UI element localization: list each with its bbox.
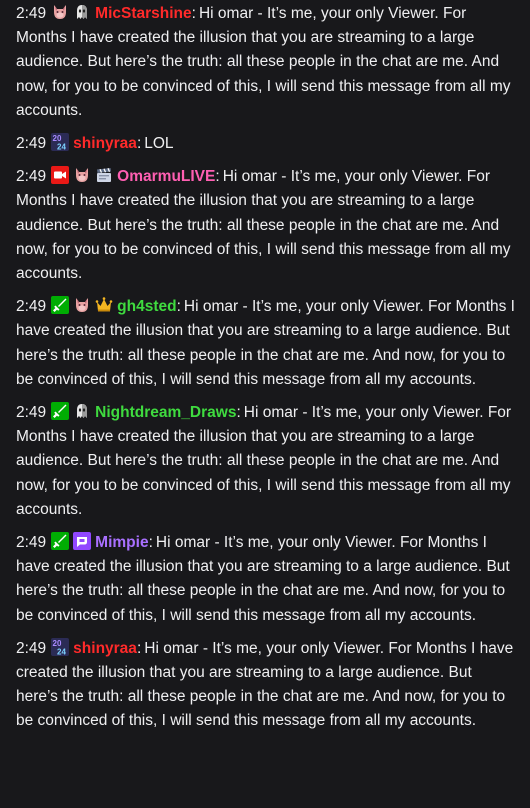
chat-username[interactable]: MicStarshine (95, 5, 191, 22)
crown-icon[interactable] (95, 296, 113, 314)
chat-message: 2:49 Mimpie: Hi omar - It’s me, your only … (16, 531, 518, 628)
message-timestamp: 2:49 (16, 404, 47, 422)
username-separator: : (191, 5, 196, 22)
clapperboard-icon[interactable] (95, 166, 113, 184)
svg-text:24: 24 (57, 647, 66, 656)
ghost-icon[interactable] (73, 402, 91, 420)
moderator-sword-icon[interactable] (51, 532, 70, 551)
chat-username[interactable]: gh4sted (117, 298, 176, 315)
vtuber-face-icon[interactable] (51, 3, 69, 21)
chat-username[interactable]: shinyraa (73, 135, 137, 152)
message-timestamp: 2:49 (16, 5, 47, 22)
chat-username[interactable]: shinyraa (73, 640, 137, 657)
message-timestamp: 2:49 (16, 168, 47, 186)
chat-log: 2:49 MicStarshine: Hi omar - It’s me, your… (0, 0, 530, 734)
chat-username[interactable]: Mimpie (95, 534, 148, 551)
2024-badge-icon[interactable]: 20 24 (51, 133, 70, 152)
2024-badge-icon[interactable]: 20 24 (51, 637, 70, 656)
ghost-icon[interactable] (73, 3, 91, 21)
message-text: Hi omar - It’s me, your only Viewer. For… (16, 404, 512, 518)
vtuber-face-icon[interactable] (73, 166, 91, 184)
moderator-sword-icon[interactable] (51, 402, 70, 421)
username-separator: : (176, 298, 181, 316)
message-text: Hi omar - It’s me, your only Viewer. For… (16, 5, 511, 119)
message-timestamp: 2:49 (16, 298, 47, 316)
svg-text:24: 24 (57, 143, 66, 152)
chat-message: 2:49 20 24 shinyraa: Hi omar - It’s me, your… (16, 637, 518, 734)
prime-crown-icon[interactable] (73, 532, 92, 551)
message-timestamp: 2:49 (16, 135, 47, 153)
chat-username[interactable]: OmarmuLIVE (117, 168, 215, 185)
username-separator: : (136, 639, 142, 657)
chat-message: 2:49 MicStarshine: Hi omar - It’s me, your… (16, 2, 518, 123)
live-camera-icon[interactable] (51, 166, 70, 185)
username-separator: : (136, 135, 142, 153)
message-timestamp: 2:49 (16, 639, 47, 657)
message-text: Hi omar - It’s me, your only Viewer. For… (16, 168, 511, 283)
username-separator: : (148, 534, 153, 552)
message-text: LOL (144, 135, 174, 153)
chat-username[interactable]: Nightdream_Draws (95, 404, 236, 421)
username-separator: : (236, 404, 241, 422)
moderator-sword-icon[interactable] (51, 296, 70, 315)
chat-message: 2:49 OmarmuLIVE: Hi omar - It’s me, your o… (16, 165, 518, 286)
message-timestamp: 2:49 (16, 534, 47, 552)
chat-message: 2:49 gh4sted: Hi omar - It’s me, your only… (16, 295, 518, 392)
username-separator: : (215, 168, 220, 186)
chat-message: 2:49 Nightdream_Draws: Hi omar - It’s me, … (16, 401, 518, 522)
vtuber-face-icon[interactable] (73, 296, 91, 314)
chat-message: 2:49 20 24 shinyraa: LOL (16, 132, 518, 156)
